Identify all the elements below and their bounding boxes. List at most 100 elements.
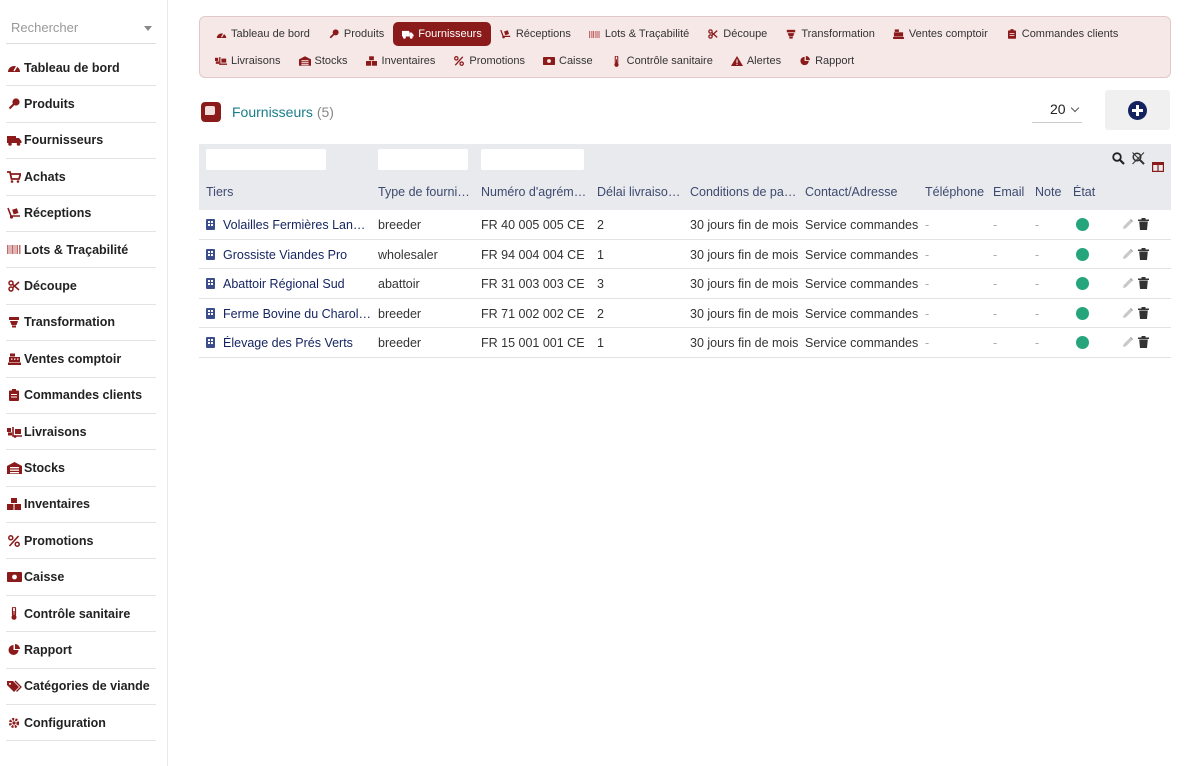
supplier-name-link[interactable]: Ferme Bovine du Charol… bbox=[223, 307, 371, 321]
topmenu-item-lots-tracabilite[interactable]: Lots & Traçabilité bbox=[580, 22, 698, 46]
add-supplier-button[interactable] bbox=[1105, 90, 1170, 130]
supplier-name-link[interactable]: Élevage des Prés Verts bbox=[223, 336, 353, 350]
sidebar-item-label: Transformation bbox=[24, 315, 115, 330]
column-header-conditions[interactable]: Conditions de pa… bbox=[690, 185, 798, 199]
sidebar-item-achats[interactable]: Achats bbox=[6, 159, 156, 196]
pencil-icon[interactable] bbox=[1122, 336, 1134, 348]
column-header-delai[interactable]: Délai livraiso… bbox=[597, 185, 681, 199]
sidebar-item-transformation[interactable]: Transformation bbox=[6, 305, 156, 342]
pencil-icon[interactable] bbox=[1122, 218, 1134, 230]
topmenu-item-transformation[interactable]: Transformation bbox=[776, 22, 884, 46]
trash-icon[interactable] bbox=[1138, 247, 1149, 260]
sidebar-item-configuration[interactable]: Configuration bbox=[6, 705, 156, 742]
sidebar-item-label: Rapport bbox=[24, 642, 72, 657]
caret-down-icon[interactable] bbox=[144, 26, 152, 31]
status-dot-icon bbox=[1076, 247, 1089, 261]
column-header-etat[interactable]: État bbox=[1073, 185, 1103, 199]
topmenu-item-label: Fournisseurs bbox=[418, 28, 482, 40]
supplier-name-link[interactable]: Abattoir Régional Sud bbox=[223, 277, 345, 291]
column-header-contact[interactable]: Contact/Adresse bbox=[805, 185, 917, 199]
sidebar-item-controle-sanitaire[interactable]: Contrôle sanitaire bbox=[6, 596, 156, 633]
column-header-email[interactable]: Email bbox=[993, 185, 1031, 199]
page-size-select[interactable]: 20 bbox=[1032, 99, 1082, 123]
topmenu-item-decoupe[interactable]: Découpe bbox=[698, 22, 776, 46]
sidebar-item-ventes-comptoir[interactable]: Ventes comptoir bbox=[6, 341, 156, 378]
topmenu-item-ventes-comptoir[interactable]: Ventes comptoir bbox=[884, 22, 997, 46]
sidebar-item-categories-viande[interactable]: Catégories de viande bbox=[6, 669, 156, 706]
payment-terms: 30 jours fin de mois bbox=[690, 306, 799, 321]
search-select[interactable] bbox=[6, 14, 156, 44]
filter-type-input[interactable] bbox=[378, 149, 468, 170]
columns-select-icon[interactable] bbox=[1152, 160, 1165, 175]
sidebar-item-fournisseurs[interactable]: Fournisseurs bbox=[6, 123, 156, 160]
topmenu-item-commandes-clients[interactable]: Commandes clients bbox=[997, 22, 1128, 46]
drumstick-icon bbox=[328, 29, 340, 39]
boxes-icon bbox=[366, 56, 378, 66]
trash-icon[interactable] bbox=[1138, 306, 1149, 319]
topmenu-item-caisse[interactable]: Caisse bbox=[534, 49, 602, 73]
sidebar-item-rapport[interactable]: Rapport bbox=[6, 632, 156, 669]
column-header-agrement[interactable]: Numéro d'agrém… bbox=[481, 185, 587, 199]
topmenu-item-livraisons[interactable]: Livraisons bbox=[206, 49, 290, 73]
topmenu-item-receptions[interactable]: Réceptions bbox=[491, 22, 580, 46]
status-dot-icon bbox=[1076, 277, 1089, 291]
percent-icon bbox=[6, 534, 22, 547]
topmenu-item-controle-sanitaire[interactable]: Contrôle sanitaire bbox=[602, 49, 722, 73]
pie-chart-icon bbox=[6, 643, 22, 656]
filter-tiers-input[interactable] bbox=[206, 149, 326, 170]
topmenu-item-label: Stocks bbox=[314, 55, 348, 67]
sidebar-item-caisse[interactable]: Caisse bbox=[6, 559, 156, 596]
topmenu-item-fournisseurs[interactable]: Fournisseurs bbox=[393, 22, 491, 46]
filter-agrement-input[interactable] bbox=[481, 149, 584, 170]
sidebar-item-commandes-clients[interactable]: Commandes clients bbox=[6, 378, 156, 414]
pencil-icon[interactable] bbox=[1122, 277, 1134, 289]
supplier-name-link[interactable]: Grossiste Viandes Pro bbox=[223, 248, 347, 262]
clear-filter-icon[interactable] bbox=[1132, 152, 1145, 168]
approval-number: FR 31 003 003 CE bbox=[481, 277, 585, 292]
sidebar-item-lots[interactable]: Lots & Traçabilité bbox=[6, 232, 156, 269]
topmenu-item-rapport[interactable]: Rapport bbox=[790, 49, 863, 73]
column-header-tiers[interactable]: Tiers bbox=[206, 185, 366, 199]
topmenu-item-inventaires[interactable]: Inventaires bbox=[357, 49, 445, 73]
topmenu-item-stocks[interactable]: Stocks bbox=[290, 49, 357, 73]
gauge-icon bbox=[215, 30, 227, 39]
mortar-icon bbox=[785, 29, 797, 39]
topmenu-item-produits[interactable]: Produits bbox=[319, 22, 393, 46]
email: - bbox=[993, 218, 998, 232]
delivery-delay: 1 bbox=[597, 336, 604, 351]
side-menu: Tableau de bord Produits Fournisseurs Ac… bbox=[6, 50, 156, 742]
sidebar-item-produits[interactable]: Produits bbox=[6, 86, 156, 123]
sidebar-item-receptions[interactable]: Réceptions bbox=[6, 196, 156, 232]
supplier-type: abattoir bbox=[378, 277, 420, 292]
sidebar-item-stocks[interactable]: Stocks bbox=[6, 450, 156, 487]
supplier-name-link[interactable]: Volailles Fermières Landes bbox=[223, 218, 371, 232]
trash-icon[interactable] bbox=[1138, 218, 1149, 230]
sidebar-item-label: Ventes comptoir bbox=[24, 351, 122, 366]
trash-icon[interactable] bbox=[1138, 277, 1149, 290]
column-header-telephone[interactable]: Téléphone bbox=[925, 185, 987, 199]
delivery-delay: 2 bbox=[597, 218, 604, 232]
sidebar-item-label: Contrôle sanitaire bbox=[24, 606, 131, 621]
search-icon[interactable] bbox=[1112, 152, 1125, 168]
cart-icon bbox=[6, 170, 22, 183]
sidebar-item-tableau-de-bord[interactable]: Tableau de bord bbox=[6, 50, 156, 87]
sidebar-item-promotions[interactable]: Promotions bbox=[6, 523, 156, 560]
sidebar-item-inventaires[interactable]: Inventaires bbox=[6, 487, 156, 524]
topmenu-item-tableau-de-bord[interactable]: Tableau de bord bbox=[206, 22, 319, 46]
tags-icon bbox=[6, 680, 22, 693]
pencil-icon[interactable] bbox=[1122, 307, 1134, 319]
topmenu-item-label: Rapport bbox=[815, 55, 855, 67]
sidebar-item-livraisons[interactable]: Livraisons bbox=[6, 414, 156, 451]
pencil-icon[interactable] bbox=[1122, 248, 1134, 260]
topmenu-item-alertes[interactable]: Alertes bbox=[722, 49, 790, 73]
column-header-type[interactable]: Type de fourni… bbox=[378, 185, 470, 199]
trash-icon[interactable] bbox=[1138, 336, 1149, 349]
topmenu-item-label: Découpe bbox=[723, 28, 768, 40]
cash-register-icon bbox=[6, 353, 22, 365]
building-icon bbox=[206, 337, 215, 349]
sidebar-item-decoupe[interactable]: Découpe bbox=[6, 268, 156, 305]
column-header-note[interactable]: Note bbox=[1035, 185, 1067, 199]
table-header: Tiers Type de fourni… Numéro d'agrém… Dé… bbox=[199, 144, 1171, 210]
search-input[interactable] bbox=[6, 14, 136, 35]
topmenu-item-promotions[interactable]: Promotions bbox=[444, 49, 534, 73]
